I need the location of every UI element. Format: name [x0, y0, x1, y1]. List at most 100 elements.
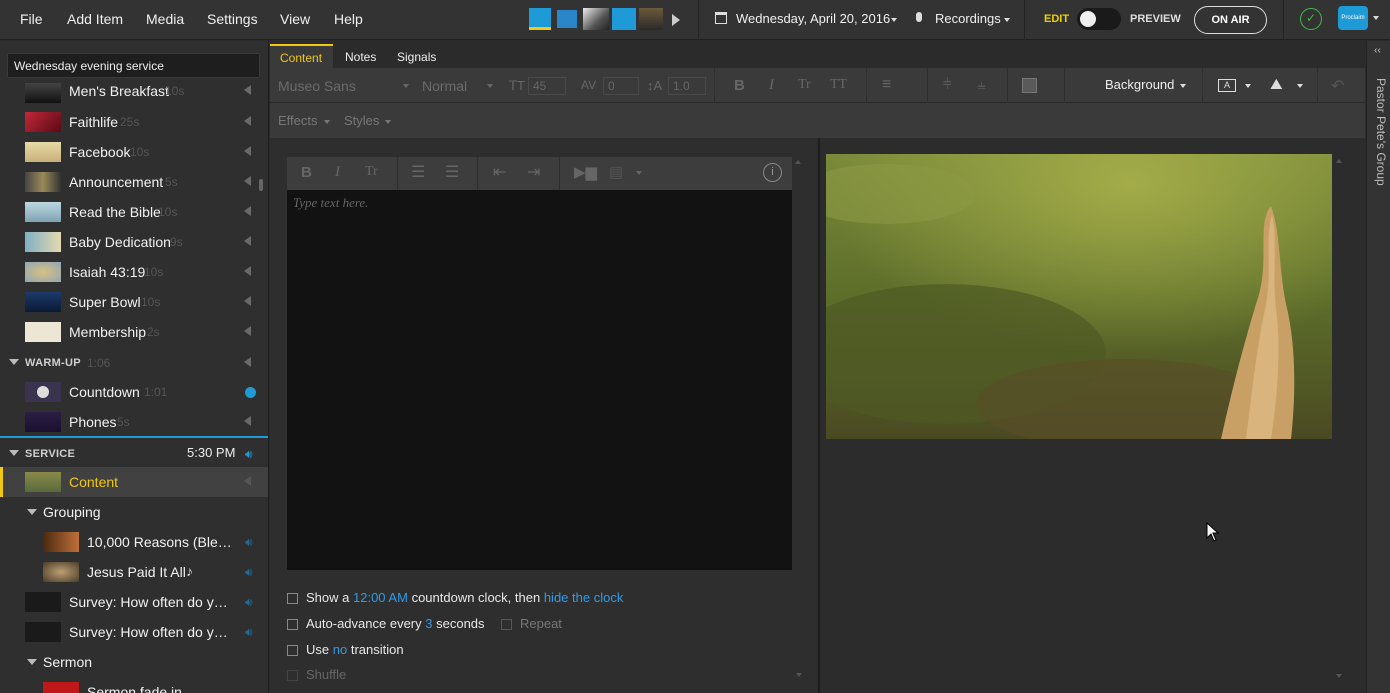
- list-item[interactable]: Announcement 5s: [0, 167, 268, 197]
- outdent-icon[interactable]: ⇤: [493, 162, 506, 182]
- mouse-cursor-icon: [1206, 522, 1220, 542]
- table-icon[interactable]: ▤: [609, 163, 623, 181]
- shuffle-checkbox[interactable]: [287, 670, 298, 681]
- section-service[interactable]: SERVICE 5:30 PM 🔊︎: [0, 438, 268, 468]
- edit-preview-toggle[interactable]: [1077, 8, 1121, 30]
- hide-clock-link[interactable]: hide the clock: [544, 590, 624, 605]
- uppercase-icon[interactable]: TT: [830, 77, 847, 93]
- countdown-time-link[interactable]: 12:00 AM: [353, 590, 408, 605]
- text-format-toolbar: Museo Sans Normal ꓔT 45 AV 0 ↕A 1.0 B I …: [270, 68, 1365, 103]
- play-icon[interactable]: [672, 14, 680, 26]
- list-item[interactable]: Men's Breakfast 10s: [0, 78, 268, 108]
- list-item[interactable]: Isaiah 43:19 10s: [0, 257, 268, 287]
- vertical-center-icon[interactable]: ⫨: [977, 76, 985, 93]
- text-transform-icon[interactable]: Tr: [365, 164, 378, 180]
- chevron-down-icon: [27, 659, 37, 665]
- list-item[interactable]: Faithlife 25s: [0, 107, 268, 137]
- align-icon[interactable]: ≡: [882, 76, 891, 94]
- countdown-checkbox[interactable]: [287, 593, 298, 604]
- bullet-list-icon[interactable]: ☰: [411, 162, 425, 182]
- slide-preview-image[interactable]: [826, 154, 1332, 439]
- recordings-menu[interactable]: Recordings: [935, 11, 1001, 26]
- rich-text-toolbar: B I Tr ☰ ☰ ⇤ ⇥ ▶▆ ▤ i: [287, 157, 792, 190]
- section-warm-up[interactable]: WARM-UP 1:06: [0, 347, 268, 377]
- list-item[interactable]: Baby Dedication 9s: [0, 227, 268, 257]
- text-color-swatch[interactable]: [1022, 78, 1037, 93]
- list-item[interactable]: 10,000 Reasons (Ble… 🔊︎: [0, 527, 268, 557]
- effects-toolbar: Effects Styles: [270, 103, 1365, 138]
- list-item[interactable]: Phones 5s: [0, 407, 268, 437]
- scroll-down-icon[interactable]: [796, 673, 802, 677]
- calendar-icon: [715, 12, 727, 24]
- list-item[interactable]: Membership 2s: [0, 317, 268, 347]
- tab-notes[interactable]: Notes: [345, 50, 376, 64]
- scroll-up-icon[interactable]: [1336, 159, 1342, 163]
- bold-icon[interactable]: B: [734, 77, 745, 94]
- tab-content[interactable]: Content: [270, 44, 333, 68]
- recent-slide-thumb[interactable]: [557, 10, 577, 28]
- menu-help[interactable]: Help: [334, 11, 363, 27]
- list-item[interactable]: Read the Bible 10s: [0, 197, 268, 227]
- font-size-input[interactable]: 45: [528, 77, 566, 95]
- sidebar-scrollbar[interactable]: [259, 179, 263, 191]
- recent-slide-thumb[interactable]: [529, 8, 551, 30]
- date-selector[interactable]: Wednesday, April 20, 2016: [736, 11, 890, 26]
- italic-icon[interactable]: I: [335, 164, 340, 181]
- background-select[interactable]: Background: [1105, 77, 1187, 92]
- vertical-align-icon[interactable]: ⫩: [943, 76, 952, 93]
- service-name-input[interactable]: [7, 53, 260, 78]
- undo-icon[interactable]: ↶: [1331, 76, 1344, 96]
- indent-icon[interactable]: ⇥: [527, 162, 540, 182]
- transition-link[interactable]: no: [333, 642, 347, 657]
- list-item[interactable]: Facebook 10s: [0, 137, 268, 167]
- list-item[interactable]: Survey: How often do y… 🔊︎: [0, 587, 268, 617]
- list-item[interactable]: Jesus Paid It All ♪ 🔊︎: [0, 557, 268, 587]
- transition-option: Use no transition: [306, 642, 404, 657]
- effects-menu[interactable]: Effects: [278, 113, 330, 128]
- chevron-down-icon: [27, 509, 37, 515]
- letter-spacing-input[interactable]: 0: [603, 77, 639, 95]
- recent-slide-thumb[interactable]: [583, 8, 609, 30]
- font-weight-select[interactable]: Normal: [422, 78, 467, 94]
- font-family-select[interactable]: Museo Sans: [278, 78, 410, 94]
- transition-checkbox[interactable]: [287, 645, 298, 656]
- list-item[interactable]: Survey: How often do y… 🔊︎: [0, 617, 268, 647]
- menu-file[interactable]: File: [20, 11, 43, 27]
- group-side-panel[interactable]: ‹‹ Pastor Pete's Group: [1366, 41, 1390, 693]
- tab-signals[interactable]: Signals: [397, 50, 436, 64]
- font-size-icon: ꓔT: [509, 78, 525, 93]
- menu-settings[interactable]: Settings: [207, 11, 258, 27]
- list-item[interactable]: Super Bowl 10s: [0, 287, 268, 317]
- menu-view[interactable]: View: [280, 11, 310, 27]
- scroll-down-icon[interactable]: [1336, 674, 1342, 678]
- list-item[interactable]: Sermon fade in: [0, 677, 268, 693]
- repeat-checkbox[interactable]: [501, 619, 512, 630]
- chevron-down-icon[interactable]: [1373, 16, 1379, 20]
- styles-menu[interactable]: Styles: [344, 113, 392, 128]
- advance-seconds-link[interactable]: 3: [425, 616, 432, 631]
- recent-slide-thumb[interactable]: [612, 8, 636, 30]
- insert-block-icon[interactable]: ▶▆: [574, 163, 597, 181]
- group-item[interactable]: Grouping: [0, 497, 268, 527]
- account-avatar[interactable]: Proclaim: [1338, 6, 1368, 30]
- group-item[interactable]: Sermon: [0, 647, 268, 677]
- info-icon[interactable]: i: [763, 163, 782, 182]
- collapse-icon[interactable]: ‹‹: [1374, 45, 1381, 56]
- image-mountain-icon[interactable]: ⛰: [1270, 76, 1283, 93]
- recent-slide-thumb[interactable]: [639, 8, 663, 30]
- list-item[interactable]: Countdown 1:01: [0, 377, 268, 407]
- text-editor[interactable]: Type text here.: [287, 190, 792, 570]
- scroll-up-icon[interactable]: [795, 158, 801, 164]
- sync-status-icon[interactable]: ✓: [1300, 8, 1322, 30]
- bold-icon[interactable]: B: [301, 164, 312, 181]
- menu-media[interactable]: Media: [146, 11, 184, 27]
- numbered-list-icon[interactable]: ☰: [445, 162, 459, 182]
- text-transform-icon[interactable]: Tr: [798, 77, 811, 93]
- auto-advance-checkbox[interactable]: [287, 619, 298, 630]
- line-height-input[interactable]: 1.0: [668, 77, 706, 95]
- text-box-icon[interactable]: A: [1218, 79, 1236, 92]
- italic-icon[interactable]: I: [769, 77, 774, 94]
- menu-add-item[interactable]: Add Item: [67, 11, 123, 27]
- on-air-button[interactable]: ON AIR: [1194, 6, 1267, 34]
- list-item-selected[interactable]: Content: [0, 467, 268, 497]
